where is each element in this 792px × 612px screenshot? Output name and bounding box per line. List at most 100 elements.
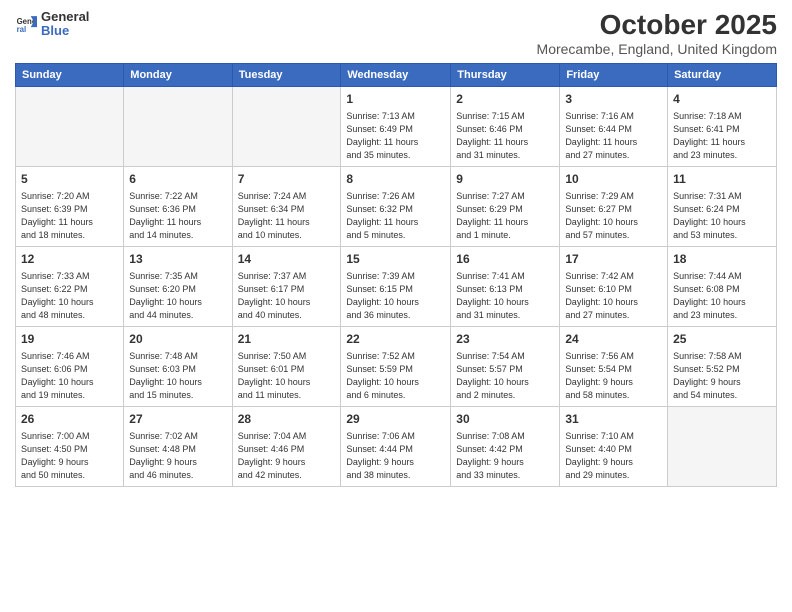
table-row: 3Sunrise: 7:16 AMSunset: 6:44 PMDaylight… [560, 86, 668, 166]
table-row: 1 Sunrise: 7:13 AMSunset: 6:49 PMDaylight… [341, 86, 451, 166]
table-row: 18 Sunrise: 7:44 AMSunset: 6:08 PMDayligh… [668, 246, 777, 326]
day-info: Sunrise: 7:26 AMSunset: 6:32 PMDaylight:… [346, 190, 445, 242]
day-number: 17 [565, 251, 662, 268]
day-number: 20 [129, 331, 226, 348]
day-number: 1 [346, 91, 445, 108]
table-row: 2Sunrise: 7:15 AMSunset: 6:46 PMDaylight… [451, 86, 560, 166]
day-number: 31 [565, 411, 662, 428]
day-info: Sunrise: 7:58 AMSunset: 5:52 PMDaylight:… [673, 350, 771, 402]
table-row: 14 Sunrise: 7:37 AMSunset: 6:17 PMDayligh… [232, 246, 341, 326]
table-row: 23Sunrise: 7:54 AMSunset: 5:57 PMDayligh… [451, 326, 560, 406]
day-number: 29 [346, 411, 445, 428]
day-number: 8 [346, 171, 445, 188]
day-info: Sunrise: 7:08 AMSunset: 4:42 PMDaylight:… [456, 430, 554, 482]
day-number: 6 [129, 171, 226, 188]
day-number: 27 [129, 411, 226, 428]
calendar-subtitle: Morecambe, England, United Kingdom [537, 41, 777, 57]
col-wednesday: Wednesday [341, 63, 451, 86]
day-number: 19 [21, 331, 118, 348]
table-row: 15 Sunrise: 7:39 AMSunset: 6:15 PMDayligh… [341, 246, 451, 326]
day-number: 11 [673, 171, 771, 188]
table-row [668, 406, 777, 486]
calendar-title: October 2025 [537, 10, 777, 41]
table-row: 29 Sunrise: 7:06 AMSunset: 4:44 PMDayligh… [341, 406, 451, 486]
day-number: 25 [673, 331, 771, 348]
table-row: 27 Sunrise: 7:02 AMSunset: 4:48 PMDayligh… [124, 406, 232, 486]
day-number: 23 [456, 331, 554, 348]
day-info: Sunrise: 7:24 AMSunset: 6:34 PMDaylight:… [238, 190, 336, 242]
day-number: 26 [21, 411, 118, 428]
day-number: 28 [238, 411, 336, 428]
day-info: Sunrise: 7:44 AMSunset: 6:08 PMDaylight:… [673, 270, 771, 322]
table-row: 5 Sunrise: 7:20 AMSunset: 6:39 PMDaylight… [16, 166, 124, 246]
page: Gene ral General Blue October 2025 Morec… [0, 0, 792, 612]
logo-icon: Gene ral [15, 13, 37, 35]
day-info: Sunrise: 7:13 AMSunset: 6:49 PMDaylight:… [346, 110, 445, 162]
table-row: 21 Sunrise: 7:50 AMSunset: 6:01 PMDayligh… [232, 326, 341, 406]
day-info: Sunrise: 7:00 AMSunset: 4:50 PMDaylight:… [21, 430, 118, 482]
header: Gene ral General Blue October 2025 Morec… [15, 10, 777, 57]
col-monday: Monday [124, 63, 232, 86]
day-number: 3 [565, 91, 662, 108]
day-number: 21 [238, 331, 336, 348]
col-thursday: Thursday [451, 63, 560, 86]
day-number: 7 [238, 171, 336, 188]
table-row: 28 Sunrise: 7:04 AMSunset: 4:46 PMDayligh… [232, 406, 341, 486]
day-info: Sunrise: 7:20 AMSunset: 6:39 PMDaylight:… [21, 190, 118, 242]
table-row: 4 Sunrise: 7:18 AMSunset: 6:41 PMDaylight… [668, 86, 777, 166]
day-info: Sunrise: 7:29 AMSunset: 6:27 PMDaylight:… [565, 190, 662, 242]
table-row: 26 Sunrise: 7:00 AMSunset: 4:50 PMDayligh… [16, 406, 124, 486]
day-info: Sunrise: 7:02 AMSunset: 4:48 PMDaylight:… [129, 430, 226, 482]
day-number: 18 [673, 251, 771, 268]
col-tuesday: Tuesday [232, 63, 341, 86]
day-number: 14 [238, 251, 336, 268]
table-row: 8 Sunrise: 7:26 AMSunset: 6:32 PMDaylight… [341, 166, 451, 246]
table-row [232, 86, 341, 166]
logo-blue: Blue [41, 24, 89, 38]
table-row: 6 Sunrise: 7:22 AMSunset: 6:36 PMDaylight… [124, 166, 232, 246]
day-info: Sunrise: 7:52 AMSunset: 5:59 PMDaylight:… [346, 350, 445, 402]
table-row: 7 Sunrise: 7:24 AMSunset: 6:34 PMDaylight… [232, 166, 341, 246]
day-info: Sunrise: 7:22 AMSunset: 6:36 PMDaylight:… [129, 190, 226, 242]
day-number: 5 [21, 171, 118, 188]
day-info: Sunrise: 7:04 AMSunset: 4:46 PMDaylight:… [238, 430, 336, 482]
table-row: 17 Sunrise: 7:42 AMSunset: 6:10 PMDayligh… [560, 246, 668, 326]
table-row: 12 Sunrise: 7:33 AMSunset: 6:22 PMDayligh… [16, 246, 124, 326]
day-info: Sunrise: 7:10 AMSunset: 4:40 PMDaylight:… [565, 430, 662, 482]
day-info: Sunrise: 7:39 AMSunset: 6:15 PMDaylight:… [346, 270, 445, 322]
table-row [16, 86, 124, 166]
table-row: 11Sunrise: 7:31 AMSunset: 6:24 PMDayligh… [668, 166, 777, 246]
logo-general: General [41, 10, 89, 24]
day-number: 24 [565, 331, 662, 348]
logo: Gene ral General Blue [15, 10, 89, 39]
day-number: 12 [21, 251, 118, 268]
col-sunday: Sunday [16, 63, 124, 86]
table-row: 25 Sunrise: 7:58 AMSunset: 5:52 PMDayligh… [668, 326, 777, 406]
table-row: 16 Sunrise: 7:41 AMSunset: 6:13 PMDayligh… [451, 246, 560, 326]
table-row: 20Sunrise: 7:48 AMSunset: 6:03 PMDayligh… [124, 326, 232, 406]
day-info: Sunrise: 7:50 AMSunset: 6:01 PMDaylight:… [238, 350, 336, 402]
title-block: October 2025 Morecambe, England, United … [537, 10, 777, 57]
table-row: 13 Sunrise: 7:35 AMSunset: 6:20 PMDayligh… [124, 246, 232, 326]
day-info: Sunrise: 7:41 AMSunset: 6:13 PMDaylight:… [456, 270, 554, 322]
table-row: 9Sunrise: 7:27 AMSunset: 6:29 PMDaylight… [451, 166, 560, 246]
table-row: 22Sunrise: 7:52 AMSunset: 5:59 PMDayligh… [341, 326, 451, 406]
day-info: Sunrise: 7:46 AMSunset: 6:06 PMDaylight:… [21, 350, 118, 402]
calendar-table: Sunday Monday Tuesday Wednesday Thursday… [15, 63, 777, 487]
table-row: 10Sunrise: 7:29 AMSunset: 6:27 PMDayligh… [560, 166, 668, 246]
day-number: 4 [673, 91, 771, 108]
day-number: 13 [129, 251, 226, 268]
day-number: 15 [346, 251, 445, 268]
day-info: Sunrise: 7:56 AMSunset: 5:54 PMDaylight:… [565, 350, 662, 402]
col-friday: Friday [560, 63, 668, 86]
day-info: Sunrise: 7:18 AMSunset: 6:41 PMDaylight:… [673, 110, 771, 162]
day-number: 9 [456, 171, 554, 188]
day-info: Sunrise: 7:35 AMSunset: 6:20 PMDaylight:… [129, 270, 226, 322]
day-info: Sunrise: 7:37 AMSunset: 6:17 PMDaylight:… [238, 270, 336, 322]
day-number: 16 [456, 251, 554, 268]
day-info: Sunrise: 7:33 AMSunset: 6:22 PMDaylight:… [21, 270, 118, 322]
day-info: Sunrise: 7:42 AMSunset: 6:10 PMDaylight:… [565, 270, 662, 322]
table-row: 31 Sunrise: 7:10 AMSunset: 4:40 PMDayligh… [560, 406, 668, 486]
day-info: Sunrise: 7:06 AMSunset: 4:44 PMDaylight:… [346, 430, 445, 482]
table-row: 24 Sunrise: 7:56 AMSunset: 5:54 PMDayligh… [560, 326, 668, 406]
